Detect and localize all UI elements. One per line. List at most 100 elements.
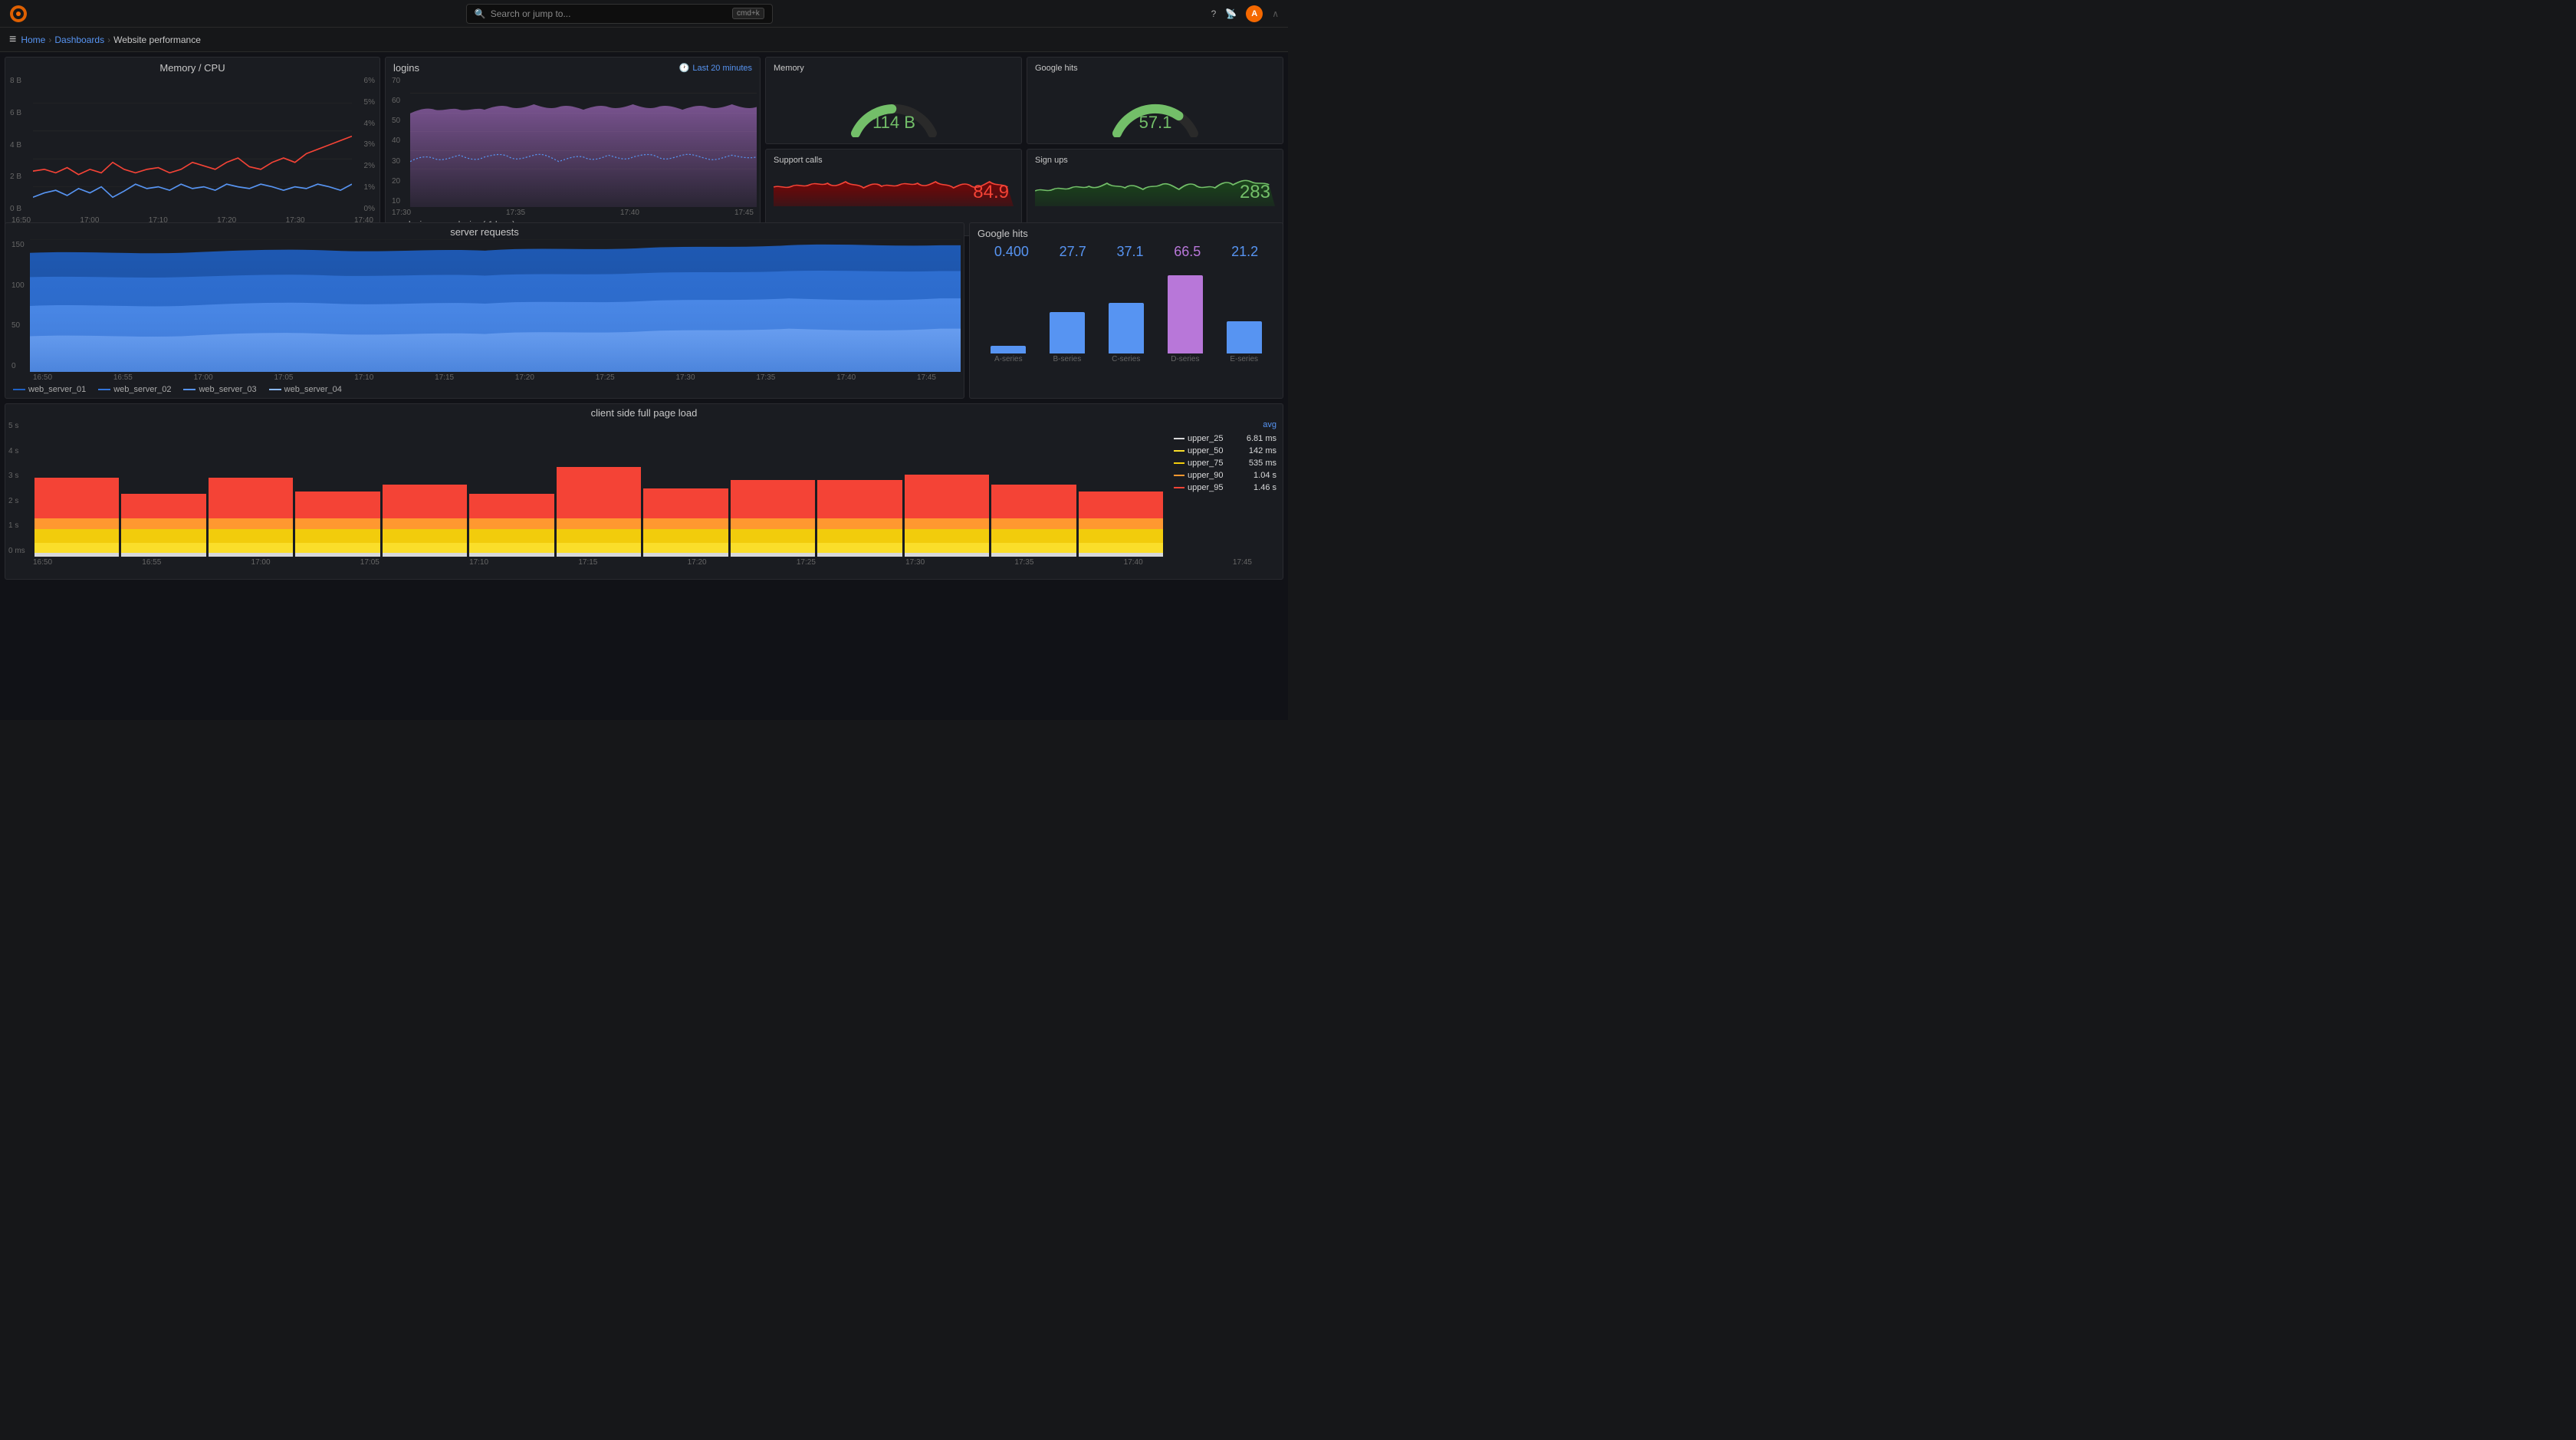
- google-hits-gauge-svg: 57.1: [1035, 76, 1275, 137]
- server-y-axis: 150 100 50 0: [8, 239, 30, 372]
- memory-gauge-panel: Memory 114 B: [765, 57, 1022, 144]
- stacked-bar-13: [1079, 420, 1163, 557]
- server-requests-chart: [30, 239, 961, 372]
- b-series-bar: [1050, 312, 1085, 353]
- stacked-bar-12: [991, 420, 1076, 557]
- support-calls-value: 84.9: [973, 182, 1009, 203]
- navbar: ≡ Home › Dashboards › Website performanc…: [0, 28, 1288, 52]
- client-page-load-panel: client side full page load 5 s 4 s 3 s 2…: [5, 403, 1283, 580]
- stacked-bar-6: [469, 420, 554, 557]
- support-calls-chart: 84.9: [774, 168, 1014, 206]
- right-panels: Memory 114 B Google hits 57.1: [765, 57, 1283, 236]
- time-badge: 🕐 Last 20 minutes: [679, 63, 752, 73]
- client-avg-label: avg: [1174, 420, 1276, 429]
- svg-text:57.1: 57.1: [1138, 113, 1171, 132]
- stacked-bar-5: [383, 420, 467, 557]
- sign-ups-title: Sign ups: [1035, 156, 1068, 165]
- search-placeholder: Search or jump to...: [491, 8, 571, 19]
- y-axis-left: 8 B 6 B 4 B 2 B 0 B: [8, 75, 33, 215]
- client-y-axis: 5 s 4 s 3 s 2 s 1 s 0 ms: [5, 420, 30, 557]
- client-x-axis: 16:50 16:55 17:00 17:05 17:10 17:15 17:2…: [5, 557, 1283, 567]
- stacked-bar-7: [557, 420, 641, 557]
- svg-text:114 B: 114 B: [872, 113, 915, 132]
- c-series-value: 37.1: [1116, 244, 1143, 260]
- breadcrumb-home[interactable]: Home: [21, 35, 45, 45]
- stacked-bar-8: [643, 420, 728, 557]
- memory-gauge-svg: 114 B: [774, 76, 1014, 137]
- stacked-bar-9: [731, 420, 815, 557]
- legend-upper95: upper_95 1.46 s: [1174, 482, 1276, 494]
- dashboard-main: Memory / CPU 8 B 6 B 4 B 2 B 0 B: [0, 52, 1288, 720]
- row1: Memory / CPU 8 B 6 B 4 B 2 B 0 B: [5, 57, 1283, 218]
- server-requests-panel: server requests 150 100 50 0: [5, 222, 964, 399]
- e-series-col: [1214, 321, 1273, 353]
- e-series-bar: [1227, 321, 1262, 353]
- memory-gauge-title: Memory: [774, 64, 804, 73]
- server-legend: web_server_01 web_server_02 web_server_0…: [5, 382, 964, 397]
- clock-icon: 🕐: [679, 63, 690, 73]
- client-right-legend: avg upper_25 6.81 ms upper_50 142: [1168, 420, 1283, 557]
- c-series-bar: [1109, 303, 1144, 353]
- memory-cpu-chart: [33, 75, 352, 215]
- google-hits-bars-area: [970, 261, 1283, 353]
- stacked-bar-10: [817, 420, 902, 557]
- memory-cpu-panel: Memory / CPU 8 B 6 B 4 B 2 B 0 B: [5, 57, 380, 236]
- legend-upper90: upper_90 1.04 s: [1174, 469, 1276, 482]
- google-hits-bar-panel: Google hits 0.400 27.7 37.1 66.5 21.2: [969, 222, 1283, 399]
- time-badge-label: Last 20 minutes: [692, 64, 752, 73]
- logins-title: logins: [393, 62, 679, 74]
- menu-button[interactable]: ≡: [9, 33, 16, 47]
- logins-panel: logins 🕐 Last 20 minutes 70 60 50 40 30 …: [385, 57, 761, 236]
- client-chart-container: 5 s 4 s 3 s 2 s 1 s 0 ms: [5, 420, 1283, 557]
- legend-upper25: upper_25 6.81 ms: [1174, 432, 1276, 445]
- client-bars-area: [30, 420, 1168, 557]
- a-series-col: [979, 346, 1038, 353]
- stacked-bar-2: [121, 420, 205, 557]
- stacked-bar-1: [34, 420, 119, 557]
- avatar[interactable]: A: [1246, 5, 1263, 22]
- a-series-value: 0.400: [994, 244, 1029, 260]
- a-series-bar: [991, 346, 1026, 353]
- breadcrumb-dashboards[interactable]: Dashboards: [54, 35, 104, 45]
- news-icon[interactable]: 📡: [1225, 8, 1237, 19]
- logins-chart: [410, 75, 757, 207]
- y-axis-right: 6% 5% 4% 3% 2% 1% 0%: [352, 75, 376, 215]
- breadcrumb-sep2: ›: [107, 35, 110, 45]
- stacked-bar-3: [209, 420, 293, 557]
- b-series-col: [1038, 312, 1097, 353]
- server-x-axis: 16:50 16:55 17:00 17:05 17:10 17:15 17:2…: [5, 372, 964, 382]
- stacked-bar-11: [905, 420, 989, 557]
- google-hits-bar-labels: A-series B-series C-series D-series E-se…: [970, 353, 1283, 365]
- row2: server requests 150 100 50 0: [5, 222, 1283, 399]
- help-icon[interactable]: ?: [1211, 8, 1217, 19]
- sign-ups-chart: 283: [1035, 168, 1275, 206]
- google-hits-values: 0.400 27.7 37.1 66.5 21.2: [970, 242, 1283, 261]
- d-series-col: [1155, 275, 1214, 353]
- search-bar[interactable]: 🔍 Search or jump to... cmd+k: [466, 4, 773, 24]
- server-requests-title: server requests: [5, 223, 964, 239]
- google-hits-bar-title: Google hits: [970, 223, 1283, 242]
- topbar: 🔍 Search or jump to... cmd+k ? 📡 A ∧: [0, 0, 1288, 28]
- c-series-col: [1097, 303, 1156, 353]
- breadcrumb-current: Website performance: [113, 35, 201, 45]
- d-series-bar: [1168, 275, 1203, 353]
- client-page-load-title: client side full page load: [5, 404, 1283, 420]
- breadcrumb: Home › Dashboards › Website performance: [21, 35, 201, 45]
- legend-upper50: upper_50 142 ms: [1174, 445, 1276, 457]
- topbar-right-icons: ? 📡 A: [1211, 5, 1263, 22]
- google-hits-gauge-title: Google hits: [1035, 64, 1078, 73]
- row3: client side full page load 5 s 4 s 3 s 2…: [5, 403, 1283, 580]
- e-series-value: 21.2: [1231, 244, 1258, 260]
- stacked-bar-4: [295, 420, 380, 557]
- b-series-value: 27.7: [1060, 244, 1086, 260]
- legend-upper75: upper_75 535 ms: [1174, 457, 1276, 469]
- breadcrumb-sep1: ›: [48, 35, 51, 45]
- logins-y-axis: 70 60 50 40 30 20 10: [389, 75, 410, 207]
- support-calls-title: Support calls: [774, 156, 823, 165]
- search-shortcut: cmd+k: [732, 8, 764, 19]
- collapse-icon[interactable]: ∧: [1272, 8, 1279, 19]
- memory-cpu-title: Memory / CPU: [5, 58, 380, 75]
- logins-x-axis: 17:30 17:35 17:40 17:45: [386, 207, 760, 217]
- sign-ups-value: 283: [1240, 182, 1270, 203]
- grafana-logo: [9, 5, 28, 23]
